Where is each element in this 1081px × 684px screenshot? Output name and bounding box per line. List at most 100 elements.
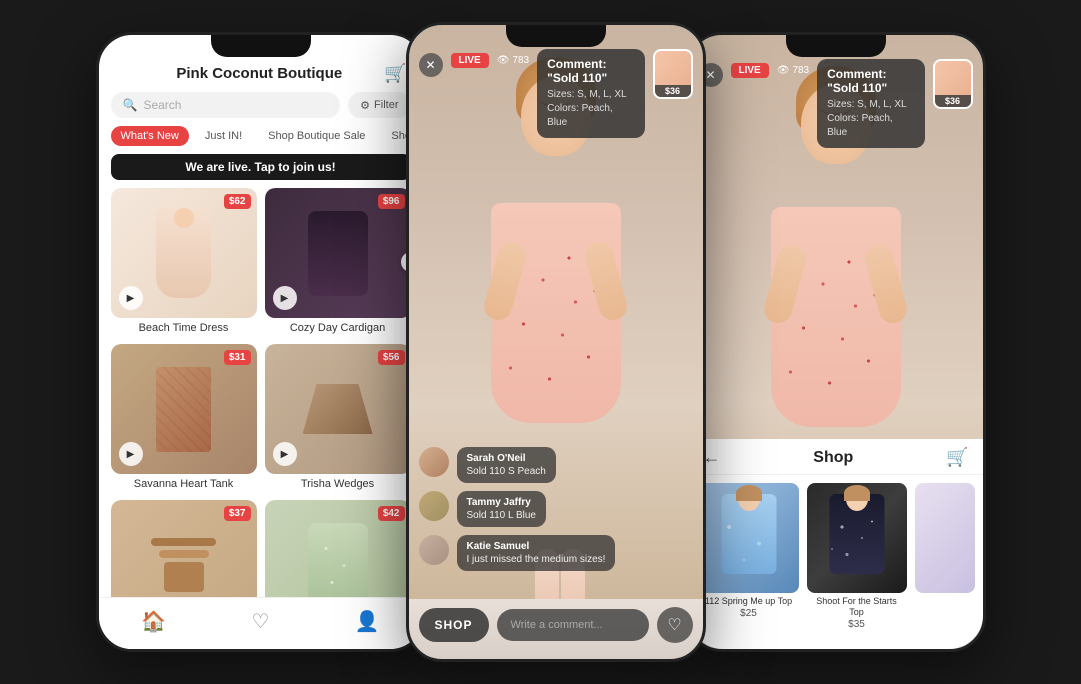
live-stream-screen: ✕ LIVE 👁 783 Comment: "Sold 110" Sizes: … — [409, 25, 703, 659]
comment-input[interactable]: Write a comment... — [497, 609, 649, 641]
price-badge: $96 — [378, 194, 405, 209]
comment-sizes: Sizes: S, M, L, XL — [547, 88, 634, 102]
chat-message: Katie Samuel I just missed the medium si… — [419, 535, 693, 571]
live-overlay: ✕ LIVE 👁 783 Comment: "Sold 110" Sizes: … — [409, 25, 703, 659]
tab-whats-new[interactable]: What's New — [111, 126, 189, 146]
nav-profile[interactable]: 👤 — [355, 609, 380, 634]
filter-button[interactable]: ⚙ Filter — [348, 92, 410, 118]
product-mini-thumb[interactable]: $36 — [933, 59, 973, 109]
live-top-bar: ✕ LIVE 👁 783 Comment: "Sold 110" Sizes: … — [409, 49, 703, 138]
filter-label: Filter — [374, 99, 398, 111]
shop-panel: ← Shop 🛒 — [689, 439, 983, 649]
message-bubble: Tammy Jaffry Sold 110 L Blue — [457, 491, 547, 527]
close-button[interactable]: ✕ — [419, 53, 443, 77]
phones-container: Pink Coconut Boutique 🛒 🔍 Search ⚙ Filte… — [96, 22, 986, 662]
phone-shop-screen: ✕ LIVE 👁 783 Comment: "Sold 110" Sizes: … — [686, 32, 986, 652]
product-price: $25 — [699, 608, 799, 619]
comment-popup: Comment: "Sold 110" Sizes: S, M, L, XL C… — [817, 59, 924, 148]
eye-icon: 👁 — [497, 55, 510, 66]
user-avatar — [419, 535, 449, 565]
product-price: $36 — [655, 85, 691, 97]
product-thumb: $56 ▶ — [265, 344, 411, 474]
live-badge: LIVE — [731, 63, 769, 78]
product-name: Trisha Wedges — [265, 474, 411, 492]
views-count: 👁 783 — [777, 65, 809, 76]
bottom-action-bar: SHOP Write a comment... ♡ — [419, 607, 693, 643]
shop-product-extra[interactable] — [915, 483, 975, 630]
shop-screen: ✕ LIVE 👁 783 Comment: "Sold 110" Sizes: … — [689, 35, 983, 649]
views-count: 👁 783 — [497, 55, 529, 66]
tab-just-in[interactable]: Just IN! — [195, 126, 252, 146]
product-name: Cozy Day Cardigan — [265, 318, 411, 336]
product-card-wedges[interactable]: $56 ▶ Trisha Wedges — [265, 344, 411, 492]
phone-app-feed: Pink Coconut Boutique 🛒 🔍 Search ⚙ Filte… — [96, 32, 426, 652]
price-badge: $31 — [224, 350, 251, 365]
app-feed-screen: Pink Coconut Boutique 🛒 🔍 Search ⚙ Filte… — [99, 35, 423, 649]
product-image — [699, 483, 799, 593]
product-thumb: $62 ▶ — [111, 188, 257, 318]
chat-message: Sarah O'Neil Sold 110 S Peach — [419, 447, 693, 483]
product-card-sandals[interactable]: $37 ▶ — [111, 500, 257, 608]
product-card-beach-dress[interactable]: $62 ▶ Beach Time Dress — [111, 188, 257, 336]
views-number: 783 — [792, 65, 809, 76]
shop-button[interactable]: SHOP — [419, 608, 489, 642]
comment-colors: Colors: Peach, Blue — [827, 112, 914, 140]
product-grid: $62 ▶ Beach Time Dress $96 ▶ Cozy Day Ca… — [99, 188, 423, 608]
comment-sizes: Sizes: S, M, L, XL — [827, 98, 914, 112]
message-text: Sold 110 S Peach — [467, 466, 546, 477]
product-price: $35 — [807, 619, 907, 630]
nav-favorites[interactable]: ♡ — [252, 609, 270, 634]
comment-colors: Colors: Peach, Blue — [547, 102, 634, 130]
user-name: Tammy Jaffry — [467, 497, 537, 508]
product-name: 112 Spring Me up Top — [699, 593, 799, 608]
product-thumb: $31 ▶ — [111, 344, 257, 474]
price-badge: $37 — [224, 506, 251, 521]
category-tabs: What's New Just IN! Shop Boutique Sale S… — [99, 126, 423, 154]
search-input[interactable]: 🔍 Search — [111, 92, 341, 118]
close-icon: ✕ — [425, 58, 435, 72]
heart-button[interactable]: ♡ — [657, 607, 693, 643]
comment-title: Comment: "Sold 110" — [547, 57, 634, 85]
user-name: Sarah O'Neil — [467, 453, 546, 464]
product-card-cardigan[interactable]: $96 ▶ Cozy Day Cardigan › — [265, 188, 411, 336]
tab-shop-sale[interactable]: Shop Boutique Sale — [258, 126, 375, 146]
cart-icon[interactable]: 🛒 — [384, 63, 406, 84]
live-banner[interactable]: We are live. Tap to join us! — [111, 154, 411, 180]
shop-cart-icon[interactable]: 🛒 — [946, 447, 968, 468]
user-name: Katie Samuel — [467, 541, 606, 552]
nav-home[interactable]: 🏠 — [141, 609, 166, 634]
shop-product-stars-top[interactable]: Shoot For the Starts Top $35 — [807, 483, 907, 630]
price-badge: $56 — [378, 350, 405, 365]
app-header: Pink Coconut Boutique 🛒 — [99, 35, 423, 92]
product-image — [915, 483, 975, 593]
price-badge: $62 — [224, 194, 251, 209]
message-bubble: Katie Samuel I just missed the medium si… — [457, 535, 616, 571]
user-avatar — [419, 491, 449, 521]
shop-top-bar: ✕ LIVE 👁 783 Comment: "Sold 110" Sizes: … — [689, 59, 983, 148]
message-text: I just missed the medium sizes! — [467, 554, 606, 565]
close-icon: ✕ — [705, 68, 715, 82]
search-bar: 🔍 Search ⚙ Filter — [111, 92, 411, 118]
filter-icon: ⚙ — [360, 99, 370, 112]
play-button[interactable]: ▶ — [273, 286, 297, 310]
phone-live-stream: ✕ LIVE 👁 783 Comment: "Sold 110" Sizes: … — [406, 22, 706, 662]
play-button[interactable]: ▶ — [119, 442, 143, 466]
product-name: Shoot For the Starts Top — [807, 593, 907, 619]
shop-title: Shop — [813, 449, 853, 467]
product-card-tank[interactable]: $31 ▶ Savanna Heart Tank — [111, 344, 257, 492]
product-mini-thumb[interactable]: $36 — [653, 49, 693, 99]
product-price: $36 — [935, 95, 971, 107]
comment-popup: Comment: "Sold 110" Sizes: S, M, L, XL C… — [537, 49, 644, 138]
live-badge: LIVE — [451, 53, 489, 68]
search-placeholder: Search — [143, 98, 181, 112]
product-image — [807, 483, 907, 593]
product-thumb: $96 ▶ — [265, 188, 411, 318]
play-button[interactable]: ▶ — [273, 442, 297, 466]
eye-icon: 👁 — [777, 65, 790, 76]
comment-title: Comment: "Sold 110" — [827, 67, 914, 95]
product-name: Beach Time Dress — [111, 318, 257, 336]
product-card-floral[interactable]: $42 ▶ Live — [265, 500, 411, 608]
live-banner-text: We are live. Tap to join us! — [185, 160, 335, 174]
shop-product-spring-top[interactable]: 112 Spring Me up Top $25 — [699, 483, 799, 630]
play-button[interactable]: ▶ — [119, 286, 143, 310]
